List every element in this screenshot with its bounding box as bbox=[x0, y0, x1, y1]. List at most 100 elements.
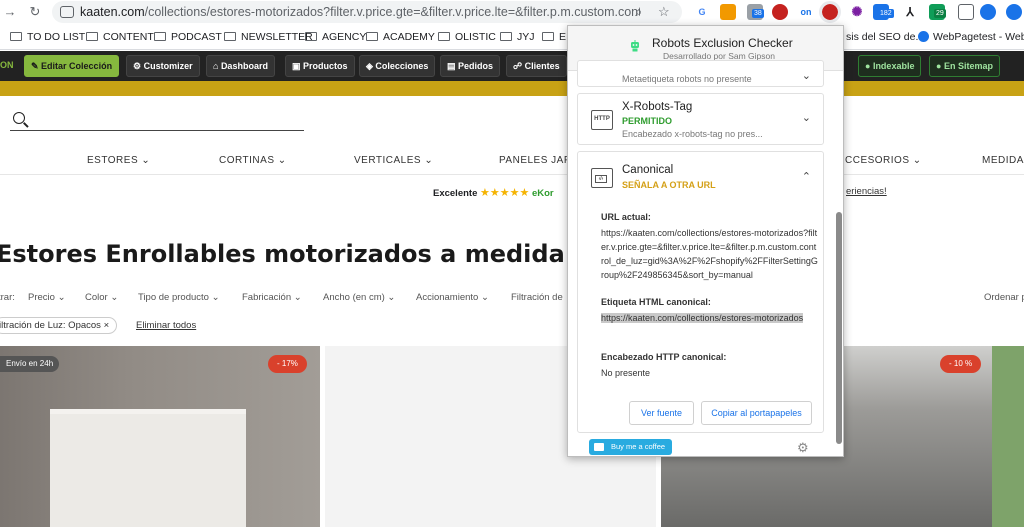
menu-item-medidas[interactable]: MEDIDAS bbox=[982, 155, 1024, 166]
menu-item-accesorios[interactable]: CCESORIOS ⌄ bbox=[845, 155, 922, 166]
bookmark-folder[interactable]: PODCAST bbox=[154, 31, 222, 43]
x-robots-status: PERMITIDO bbox=[622, 116, 673, 126]
folder-icon bbox=[86, 32, 98, 41]
review-brand: eKor bbox=[531, 188, 554, 199]
bookmark-folder[interactable]: JYJ bbox=[500, 31, 535, 43]
review-widget[interactable]: Excelente ★★★★★ eKor bbox=[433, 186, 554, 199]
active-filter-chip[interactable]: iltración de Luz: Opacos × bbox=[0, 317, 118, 334]
x-robots-card[interactable]: HTTP X-Robots-Tag PERMITIDO Encabezado x… bbox=[577, 93, 824, 145]
bookmark-folder[interactable]: CONTENT bbox=[86, 31, 154, 43]
folder-icon bbox=[438, 32, 450, 41]
current-url-value: https://kaaten.com/collections/estores-m… bbox=[601, 228, 818, 280]
extension-badge: 182 bbox=[878, 9, 894, 18]
dashboard-button[interactable]: ⌂ Dashboard bbox=[206, 55, 275, 77]
extension-globe-icon[interactable] bbox=[980, 4, 996, 20]
extension-red-icon[interactable] bbox=[772, 4, 788, 20]
filter-fabrication[interactable]: Fabricación ⌄ bbox=[242, 292, 302, 303]
reload-icon[interactable]: ↻ bbox=[27, 4, 43, 20]
buy-coffee-button[interactable]: Buy me a coffee bbox=[589, 439, 673, 455]
popup-scrollbar-thumb[interactable] bbox=[836, 212, 842, 444]
canonical-status: SEÑALA A OTRA URL bbox=[622, 180, 716, 190]
sort-select[interactable]: Ordenar p bbox=[984, 292, 1024, 303]
robots-ext-icon[interactable] bbox=[819, 1, 841, 23]
url-text[interactable]: kaaten.com/collections/estores-motorizad… bbox=[80, 5, 640, 19]
canonical-http-value: No presente bbox=[601, 368, 651, 378]
canonical-icon: ‹/› bbox=[591, 168, 613, 188]
folder-icon bbox=[366, 32, 378, 41]
bookmark-folder[interactable]: NEWSLETTER bbox=[224, 31, 313, 43]
canonical-card[interactable]: ‹/› Canonical SEÑALA A OTRA URL ⌃ URL ac… bbox=[577, 151, 824, 433]
indexable-badge: ● Indexable bbox=[858, 55, 922, 77]
browser-toolbar: → ↻ kaaten.com/collections/estores-motor… bbox=[0, 0, 1024, 25]
extension-orange-icon[interactable] bbox=[720, 4, 736, 20]
customers-button[interactable]: ☍ Clientes bbox=[506, 55, 567, 77]
folder-icon bbox=[10, 32, 22, 41]
folder-icon bbox=[154, 32, 166, 41]
remove-filter-icon[interactable]: × bbox=[104, 320, 110, 331]
search-input[interactable] bbox=[10, 130, 304, 131]
robots-checker-popup: Robots Exclusion Checker Desarrollado po… bbox=[567, 25, 844, 457]
meta-robots-card[interactable]: Metaetiqueta robots no presente ⌄ bbox=[577, 60, 824, 87]
product-image-plant bbox=[992, 346, 1024, 527]
shipping-badge: Envío en 24h bbox=[0, 356, 60, 372]
bookmark-link[interactable]: sis del SEO de... bbox=[846, 31, 924, 43]
meta-robots-desc: Metaetiqueta robots no presente bbox=[622, 74, 752, 84]
folder-icon bbox=[542, 32, 554, 41]
extension-white-icon[interactable] bbox=[958, 4, 974, 20]
extension-badge: 38 bbox=[752, 9, 764, 18]
grammarly-ext-icon[interactable]: G bbox=[694, 4, 710, 20]
review-label: Excelente bbox=[433, 188, 478, 199]
current-url-label: URL actual: bbox=[601, 212, 651, 222]
address-bar[interactable]: kaaten.com/collections/estores-motorizad… bbox=[52, 1, 682, 23]
copy-clipboard-button[interactable]: Copiar al portapapeles bbox=[701, 401, 812, 425]
extension-purple-icon[interactable]: ✺ bbox=[849, 4, 865, 20]
view-source-button[interactable]: Ver fuente bbox=[629, 401, 694, 425]
product-card[interactable] bbox=[0, 346, 320, 527]
site-info-icon[interactable] bbox=[60, 6, 74, 18]
collections-button[interactable]: ◈ Colecciones bbox=[359, 55, 436, 77]
canonical-http-label: Encabezado HTTP canonical: bbox=[601, 352, 727, 362]
menu-item-estores[interactable]: ESTORES ⌄ bbox=[87, 155, 150, 166]
filter-drive[interactable]: Accionamiento ⌄ bbox=[416, 292, 489, 303]
bookmark-link[interactable]: WebPagetest - Web... bbox=[918, 31, 1024, 43]
globe-icon bbox=[918, 31, 929, 42]
extension-g-icon[interactable] bbox=[1006, 4, 1022, 20]
filter-light[interactable]: Filtración de bbox=[511, 292, 563, 303]
chevron-up-icon[interactable]: ⌃ bbox=[802, 170, 811, 183]
sitemap-badge: ● En Sitemap bbox=[929, 55, 1000, 77]
bookmark-folder[interactable]: TO DO LIST bbox=[10, 31, 85, 43]
menu-item-verticales[interactable]: VERTICALES ⌄ bbox=[354, 155, 433, 166]
page-title: Estores Enrollables motorizados a medida bbox=[0, 240, 565, 268]
menu-item-cortinas[interactable]: CORTINAS ⌄ bbox=[219, 155, 287, 166]
zoom-search-icon[interactable]: ⌕ bbox=[635, 4, 642, 20]
forward-arrow-icon[interactable]: → bbox=[2, 4, 18, 20]
canonical-html-value[interactable]: https://kaaten.com/collections/estores-m… bbox=[601, 311, 819, 325]
bookmark-folder[interactable]: AGENCY bbox=[305, 31, 366, 43]
chevron-down-icon[interactable]: ⌄ bbox=[802, 111, 811, 124]
products-button[interactable]: ▣ Productos bbox=[285, 55, 355, 77]
filter-color[interactable]: Color ⌄ bbox=[85, 292, 118, 303]
product-image bbox=[50, 409, 246, 527]
admin-bar-cut-label: ON bbox=[0, 60, 14, 70]
search-icon-handle bbox=[23, 122, 29, 128]
folder-icon bbox=[500, 32, 512, 41]
customizer-button[interactable]: ⚙ Customizer bbox=[126, 55, 200, 77]
gear-icon[interactable]: ⚙ bbox=[797, 440, 809, 456]
popup-title: Robots Exclusion Checker bbox=[652, 36, 793, 50]
chevron-down-icon[interactable]: ⌄ bbox=[802, 69, 811, 82]
bookmark-folder[interactable]: ACADEMY bbox=[366, 31, 435, 43]
bookmark-folder[interactable]: OLISTIC bbox=[438, 31, 496, 43]
filter-price[interactable]: Precio ⌄ bbox=[28, 292, 66, 303]
reviews-link[interactable]: eriencias! bbox=[846, 186, 887, 197]
bookmark-folder[interactable]: EG bbox=[542, 31, 566, 43]
extension-on-icon[interactable]: on bbox=[798, 4, 814, 20]
edit-collection-button[interactable]: ✎ Editar Colección bbox=[24, 55, 120, 77]
filter-width[interactable]: Ancho (en cm) ⌄ bbox=[323, 292, 395, 303]
extension-badge: 29 bbox=[934, 9, 946, 18]
filter-prefix: trar: bbox=[0, 292, 15, 303]
orders-button[interactable]: ▤ Pedidos bbox=[440, 55, 501, 77]
extension-tool-icon[interactable]: ⅄ bbox=[902, 4, 918, 20]
clear-filters-link[interactable]: Eliminar todos bbox=[136, 320, 196, 331]
bookmark-star-icon[interactable]: ☆ bbox=[658, 4, 670, 20]
filter-product-type[interactable]: Tipo de producto ⌄ bbox=[138, 292, 220, 303]
